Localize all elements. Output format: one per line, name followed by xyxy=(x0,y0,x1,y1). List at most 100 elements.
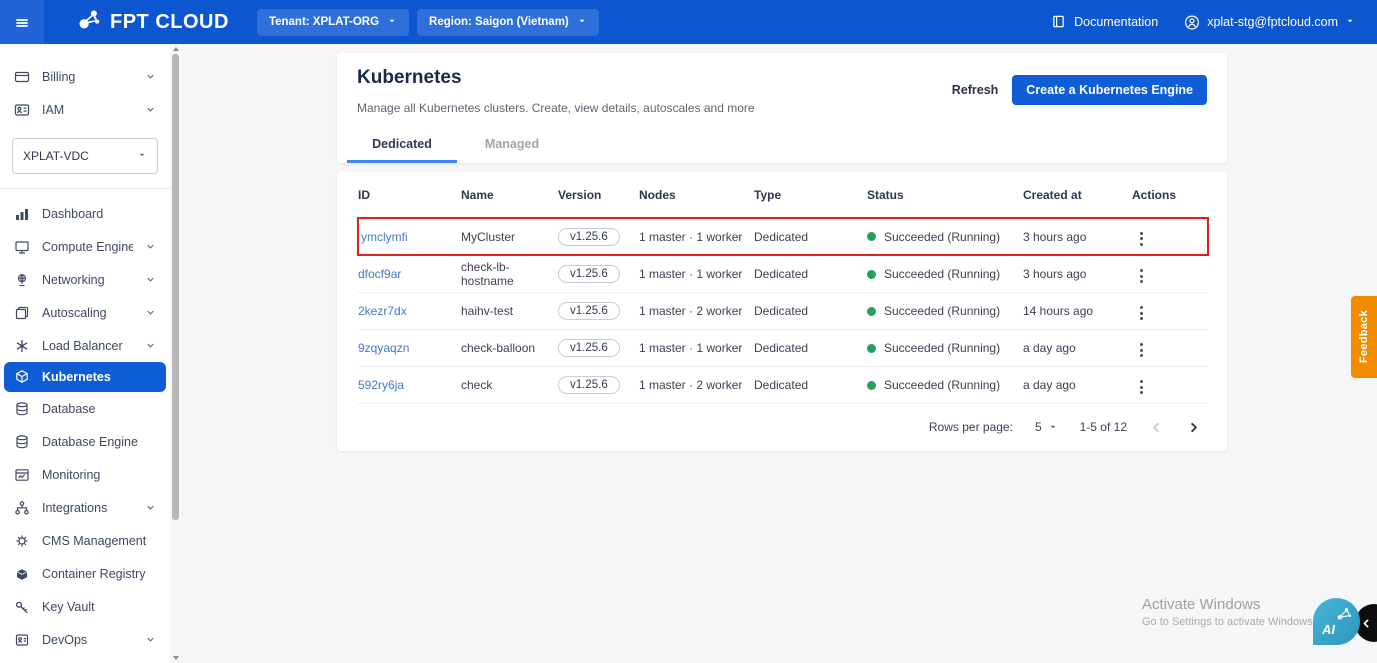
sidebar-item-cms-management[interactable]: CMS Management xyxy=(0,524,170,557)
documentation-link[interactable]: Documentation xyxy=(1051,14,1158,30)
cluster-id-link[interactable]: 592ry6ja xyxy=(358,378,404,392)
status-text: Succeeded (Running) xyxy=(884,341,1001,355)
cluster-id-link[interactable]: 2kezr7dx xyxy=(358,304,407,318)
scrollbar-up-arrow-icon[interactable] xyxy=(172,47,179,51)
sidebar-item-label: Networking xyxy=(42,272,105,287)
sidebar-item-monitoring[interactable]: Monitoring xyxy=(0,458,170,491)
table-row: dfocf9ar check-lb-hostname v1.25.6 1 mas… xyxy=(358,255,1208,293)
brand-text: FPT CLOUD xyxy=(110,10,229,33)
user-account-menu[interactable]: xplat-stg@fptcloud.com xyxy=(1184,14,1355,30)
integrations-icon xyxy=(14,500,30,516)
status-dot xyxy=(867,343,876,353)
column-header-version: Version xyxy=(558,172,639,219)
hamburger-menu-button[interactable] xyxy=(0,0,44,44)
cluster-nodes: 1 master · 1 worker xyxy=(639,217,754,256)
compute-engine-icon xyxy=(14,239,30,255)
sidebar-scrollbar-thumb[interactable] xyxy=(172,54,179,520)
refresh-button[interactable]: Refresh xyxy=(952,83,999,97)
caret-down-icon xyxy=(137,149,147,163)
sidebar-item-key-vault[interactable]: Key Vault xyxy=(0,590,170,623)
cluster-nodes: 1 master · 1 worker xyxy=(639,255,754,293)
status-text: Succeeded (Running) xyxy=(884,229,1001,244)
column-header-actions: Actions xyxy=(1132,172,1208,219)
container-registry-icon xyxy=(14,566,30,582)
cluster-id-link[interactable]: dfocf9ar xyxy=(358,267,401,281)
sidebar-item-container-registry[interactable]: Container Registry xyxy=(0,557,170,590)
page-subtitle: Manage all Kubernetes clusters. Create, … xyxy=(357,101,755,115)
row-actions-kebab-menu-icon[interactable] xyxy=(1132,339,1151,361)
sidebar-item-networking[interactable]: Networking xyxy=(0,263,170,296)
feedback-label: Feedback xyxy=(1358,310,1370,364)
vdc-selector-dropdown[interactable]: XPLAT-VDC xyxy=(12,138,158,174)
tab-managed[interactable]: Managed xyxy=(457,127,567,163)
sidebar-item-compute-engine[interactable]: Compute Engine xyxy=(0,230,170,263)
row-actions-kebab-menu-icon[interactable] xyxy=(1132,376,1151,398)
sidebar-item-database[interactable]: Database xyxy=(0,392,170,425)
sidebar-item-label: Monitoring xyxy=(42,467,101,482)
sidebar-item-database-engine[interactable]: Database Engine xyxy=(0,425,170,458)
rows-per-page-select[interactable]: 5 xyxy=(1035,420,1058,434)
sidebar-item-label: Database Engine xyxy=(42,434,138,449)
row-actions-kebab-menu-icon[interactable] xyxy=(1132,302,1151,324)
ai-assistant-bubble[interactable]: AI xyxy=(1313,598,1360,645)
cluster-type: Dedicated xyxy=(754,217,867,256)
row-actions-kebab-menu-icon[interactable] xyxy=(1132,265,1151,287)
tenant-label: Tenant: XPLAT-ORG xyxy=(268,16,380,28)
create-kubernetes-engine-button[interactable]: Create a Kubernetes Engine xyxy=(1012,75,1207,105)
rows-per-page-value: 5 xyxy=(1034,420,1042,434)
top-navbar: FPT CLOUD Tenant: XPLAT-ORG Region: Saig… xyxy=(0,0,1377,44)
load-balancer-icon xyxy=(14,338,30,354)
sidebar-item-devops[interactable]: DevOps xyxy=(0,623,170,656)
cluster-type: Dedicated xyxy=(754,366,867,404)
dashboard-icon xyxy=(14,206,30,222)
status-dot xyxy=(867,232,876,241)
status-dot xyxy=(867,380,876,390)
sidebar-item-billing[interactable]: Billing xyxy=(0,60,170,93)
pagination-range: 1-5 of 12 xyxy=(1079,420,1127,434)
scrollbar-down-arrow-icon[interactable] xyxy=(172,656,179,660)
sidebar-item-kubernetes[interactable]: Kubernetes xyxy=(4,362,166,392)
tabs: Dedicated Managed xyxy=(347,127,567,163)
sidebar-item-autoscaling[interactable]: Autoscaling xyxy=(0,296,170,329)
monitoring-icon xyxy=(14,467,30,483)
chevron-down-icon xyxy=(145,274,156,285)
sidebar-item-label: DevOps xyxy=(42,632,88,647)
previous-page-button[interactable] xyxy=(1149,420,1164,435)
caret-down-icon xyxy=(1345,15,1355,29)
sidebar-item-iam[interactable]: IAM xyxy=(0,93,170,126)
cluster-created-at: 14 hours ago xyxy=(1023,292,1132,330)
row-actions-kebab-menu-icon[interactable] xyxy=(1132,228,1151,250)
cluster-name: MyCluster xyxy=(461,217,558,256)
cms-management-icon xyxy=(14,533,30,549)
sidebar-item-integrations[interactable]: Integrations xyxy=(0,491,170,524)
kubernetes-icon xyxy=(14,369,30,385)
cluster-id-link[interactable]: ymclymfi xyxy=(361,230,408,244)
sidebar-scrollbar[interactable] xyxy=(170,44,181,663)
chevron-down-icon xyxy=(145,502,156,513)
tab-dedicated[interactable]: Dedicated xyxy=(347,127,457,163)
sidebar-item-load-balancer[interactable]: Load Balancer xyxy=(0,329,170,362)
table-row: 9zqyaqzn check-balloon v1.25.6 1 master … xyxy=(358,329,1208,367)
vdc-selector-value: XPLAT-VDC xyxy=(23,149,89,163)
table-row: 2kezr7dx haihv-test v1.25.6 1 master · 2… xyxy=(358,292,1208,330)
next-page-button[interactable] xyxy=(1186,420,1201,435)
caret-down-icon xyxy=(1050,425,1056,429)
user-avatar-icon xyxy=(1184,14,1200,30)
cluster-nodes: 1 master · 2 worker xyxy=(639,366,754,404)
feedback-tab[interactable]: Feedback xyxy=(1351,296,1377,378)
cluster-id-link[interactable]: 9zqyaqzn xyxy=(358,341,409,355)
cluster-nodes: 1 master · 2 worker xyxy=(639,292,754,330)
brand-logo[interactable]: FPT CLOUD xyxy=(76,7,229,38)
chevron-down-icon xyxy=(145,634,156,645)
cluster-name: check xyxy=(461,366,558,404)
user-email: xplat-stg@fptcloud.com xyxy=(1207,15,1338,29)
tenant-selector[interactable]: Tenant: XPLAT-ORG xyxy=(256,8,410,36)
version-chip: v1.25.6 xyxy=(558,227,620,246)
devops-icon xyxy=(14,632,30,648)
region-selector[interactable]: Region: Saigon (Vietnam) xyxy=(417,8,599,36)
hamburger-icon xyxy=(14,14,30,30)
sidebar-item-label: Integrations xyxy=(42,500,108,515)
activate-windows-subtitle: Go to Settings to activate Windows xyxy=(1142,616,1313,628)
sidebar-item-dashboard[interactable]: Dashboard xyxy=(0,197,170,230)
rows-per-page-label: Rows per page: xyxy=(928,420,1013,434)
